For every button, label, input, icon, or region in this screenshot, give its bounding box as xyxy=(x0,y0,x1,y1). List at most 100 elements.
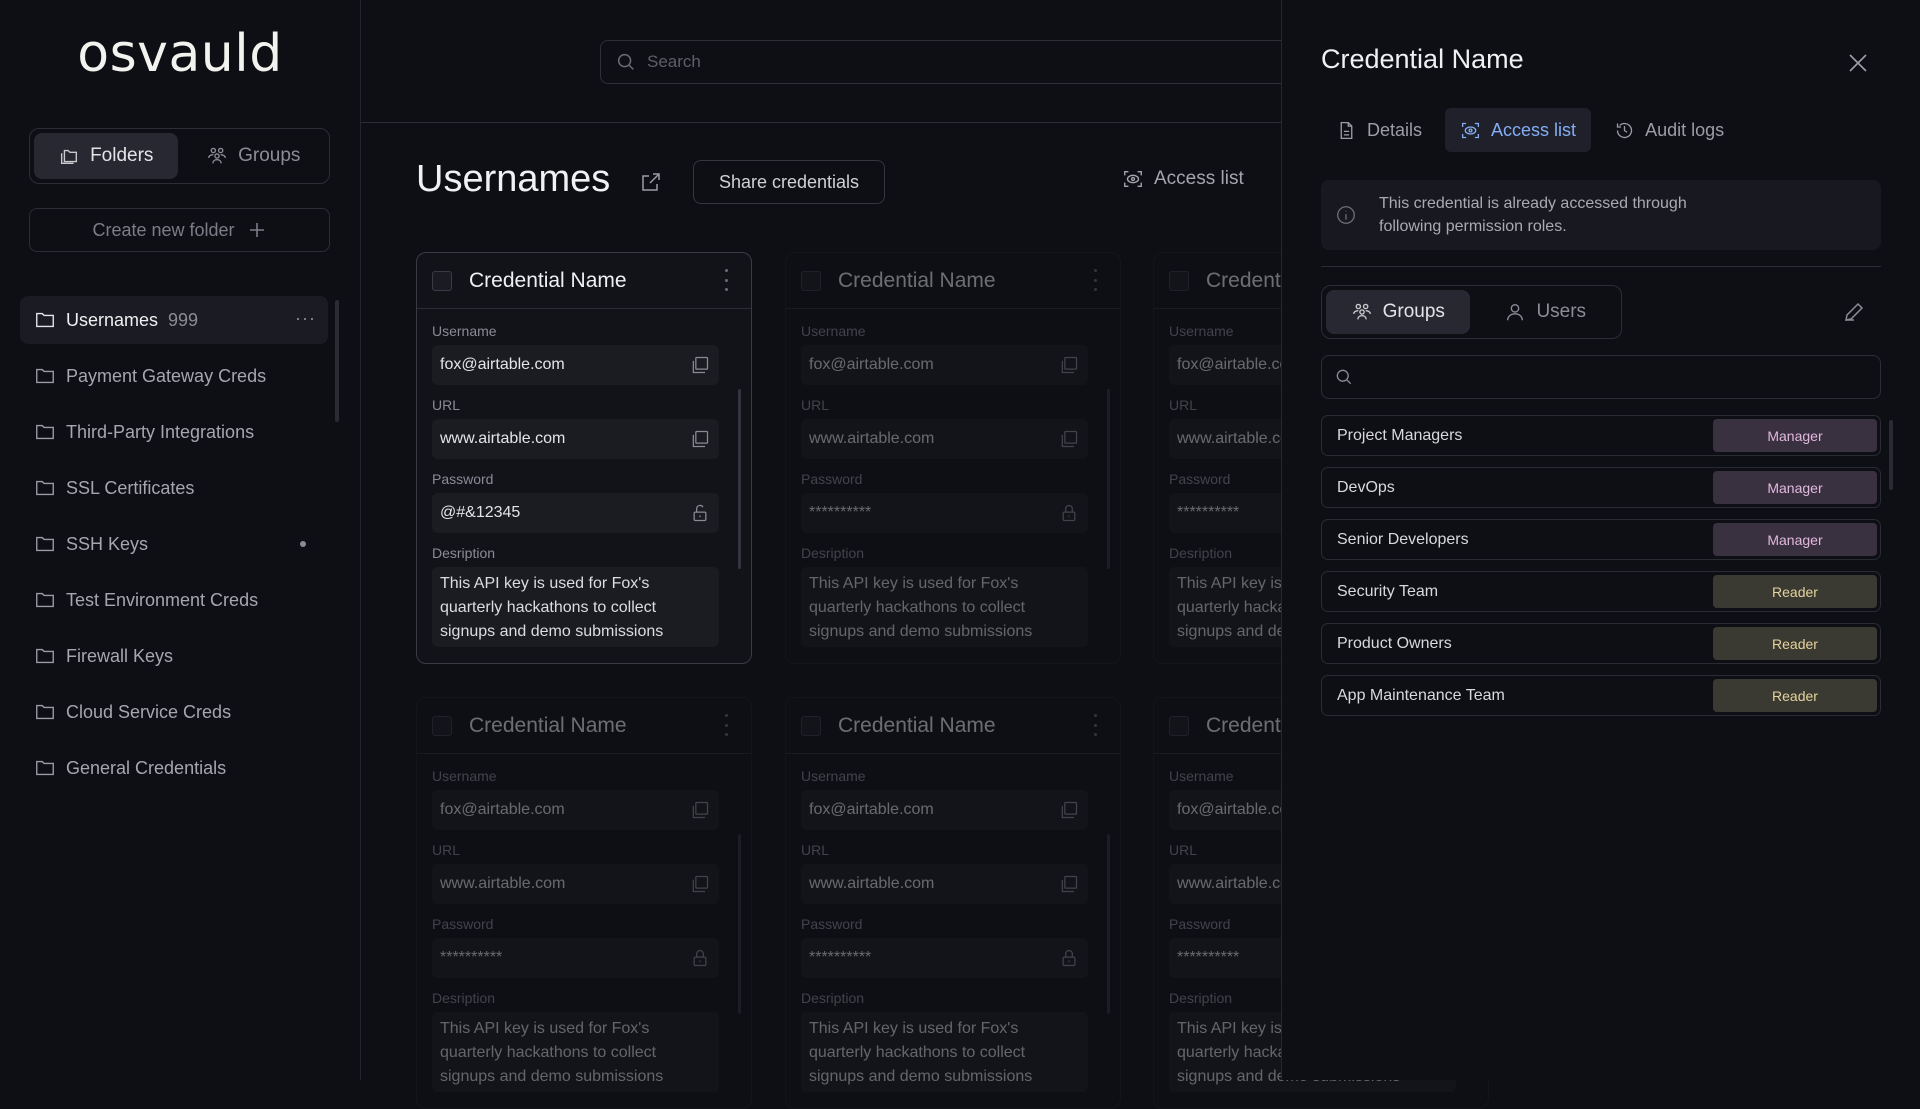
card-menu-icon[interactable] xyxy=(725,714,729,736)
users-toggle-button[interactable]: Users xyxy=(1474,290,1618,334)
copy-icon[interactable] xyxy=(690,429,710,449)
folder-icon xyxy=(34,645,66,667)
access-row[interactable]: App Maintenance Team Reader xyxy=(1321,675,1881,716)
role-badge[interactable]: Manager xyxy=(1713,523,1877,556)
groups-tab[interactable]: Groups xyxy=(182,133,326,179)
panel-scrollbar[interactable] xyxy=(1889,420,1893,490)
password-field: ********** xyxy=(432,938,719,978)
role-badge[interactable]: Manager xyxy=(1713,471,1877,504)
tab-details[interactable]: Details xyxy=(1321,108,1437,152)
select-checkbox[interactable] xyxy=(801,715,821,736)
folder-item-usernames[interactable]: Usernames 999 ··· xyxy=(20,296,328,344)
card-scrollbar[interactable] xyxy=(1107,834,1110,1014)
copy-icon[interactable] xyxy=(1059,874,1079,894)
card-scrollbar[interactable] xyxy=(738,389,741,569)
copy-icon[interactable] xyxy=(1059,429,1079,449)
tab-audit-logs[interactable]: Audit logs xyxy=(1599,108,1739,152)
groups-toggle-button[interactable]: Groups xyxy=(1326,290,1470,334)
password-value: ********** xyxy=(809,949,872,966)
plus-icon xyxy=(247,220,267,240)
card-scrollbar[interactable] xyxy=(1107,389,1110,569)
copy-icon[interactable] xyxy=(690,800,710,820)
select-checkbox[interactable] xyxy=(432,270,452,291)
groups-tab-label: Groups xyxy=(238,145,301,166)
folder-name: Firewall Keys xyxy=(66,645,174,666)
username-field: fox@airtable.com xyxy=(432,790,719,830)
copy-icon[interactable] xyxy=(690,874,710,894)
access-search-input[interactable] xyxy=(1364,368,1880,386)
more-options-icon[interactable]: ··· xyxy=(295,308,316,329)
folder-icon xyxy=(34,421,66,443)
url-value: www.airtable.com xyxy=(809,430,935,447)
password-value: ********** xyxy=(440,949,503,966)
folder-list: Usernames 999 ··· Payment Gateway Creds … xyxy=(20,296,328,800)
card-scrollbar[interactable] xyxy=(738,834,741,1014)
group-name: Product Owners xyxy=(1337,634,1452,652)
lock-icon[interactable] xyxy=(1059,503,1079,523)
access-list-label: Access list xyxy=(1154,168,1244,189)
folder-item[interactable]: SSH Keys xyxy=(20,520,328,568)
copy-icon[interactable] xyxy=(1059,355,1079,375)
folder-item[interactable]: Third-Party Integrations xyxy=(20,408,328,456)
lock-icon[interactable] xyxy=(1059,948,1079,968)
folder-name: SSH Keys xyxy=(66,533,149,554)
sidebar-scrollbar[interactable] xyxy=(335,300,339,422)
select-checkbox[interactable] xyxy=(1169,715,1189,736)
role-badge[interactable]: Reader xyxy=(1713,627,1877,660)
lock-icon[interactable] xyxy=(690,948,710,968)
card-body: Username fox@airtable.com URL www.airtab… xyxy=(786,309,1120,647)
role-badge[interactable]: Reader xyxy=(1713,575,1877,608)
access-search-field[interactable] xyxy=(1321,355,1881,399)
card-menu-icon[interactable] xyxy=(725,269,729,291)
access-row[interactable]: Project Managers Manager xyxy=(1321,415,1881,456)
share-icon[interactable] xyxy=(639,170,663,194)
folder-name: Test Environment Creds xyxy=(66,589,259,610)
access-row[interactable]: Senior Developers Manager xyxy=(1321,519,1881,560)
folder-name: Third-Party Integrations xyxy=(66,421,255,442)
role-badge[interactable]: Reader xyxy=(1713,679,1877,712)
select-checkbox[interactable] xyxy=(801,270,821,291)
group-name: Senior Developers xyxy=(1337,530,1469,548)
access-row[interactable]: DevOps Manager xyxy=(1321,467,1881,508)
select-checkbox[interactable] xyxy=(1169,270,1189,291)
select-checkbox[interactable] xyxy=(432,715,452,736)
groups-toggle-label: Groups xyxy=(1382,301,1445,322)
password-label: Password xyxy=(432,471,494,487)
folder-item[interactable]: Cloud Service Creds xyxy=(20,688,328,736)
folder-item[interactable]: Payment Gateway Creds xyxy=(20,352,328,400)
create-folder-button[interactable]: Create new folder xyxy=(29,208,330,252)
document-icon xyxy=(1336,120,1357,141)
sidebar-view-toggle: Folders Groups xyxy=(29,128,330,184)
access-row[interactable]: Security Team Reader xyxy=(1321,571,1881,612)
edit-icon[interactable] xyxy=(1842,300,1866,324)
username-field: fox@airtable.com xyxy=(801,790,1088,830)
folder-item[interactable]: General Credentials xyxy=(20,744,328,792)
credential-card-selected[interactable]: Credential Name Username fox@airtable.co… xyxy=(416,252,752,664)
folders-tab[interactable]: Folders xyxy=(34,133,178,179)
username-field: fox@airtable.com xyxy=(801,345,1088,385)
url-field: www.airtable.com xyxy=(432,419,719,459)
folder-item[interactable]: Firewall Keys xyxy=(20,632,328,680)
folder-item[interactable]: Test Environment Creds xyxy=(20,576,328,624)
lock-icon[interactable] xyxy=(690,503,710,523)
credential-card[interactable]: Credential Name Username fox@airtable.co… xyxy=(416,697,752,1109)
description-label: Desription xyxy=(801,545,865,561)
user-icon xyxy=(1504,301,1526,323)
tab-access-list[interactable]: Access list xyxy=(1445,108,1592,152)
card-title: Credential Name xyxy=(838,268,996,292)
access-row[interactable]: Product Owners Reader xyxy=(1321,623,1881,664)
folder-name: Usernames xyxy=(66,309,159,330)
card-menu-icon[interactable] xyxy=(1094,714,1098,736)
card-menu-icon[interactable] xyxy=(1094,269,1098,291)
credential-card[interactable]: Credential Name Username fox@airtable.co… xyxy=(785,697,1121,1109)
role-badge[interactable]: Manager xyxy=(1713,419,1877,452)
search-bar[interactable]: Search xyxy=(600,40,1300,84)
close-icon[interactable] xyxy=(1847,52,1869,74)
access-list-button[interactable]: Access list xyxy=(1122,168,1244,190)
folder-item[interactable]: SSL Certificates xyxy=(20,464,328,512)
share-credentials-button[interactable]: Share credentials xyxy=(693,160,885,204)
card-body: Username fox@airtable.com URL www.airtab… xyxy=(417,754,751,1092)
copy-icon[interactable] xyxy=(690,355,710,375)
credential-card[interactable]: Credential Name Username fox@airtable.co… xyxy=(785,252,1121,664)
copy-icon[interactable] xyxy=(1059,800,1079,820)
